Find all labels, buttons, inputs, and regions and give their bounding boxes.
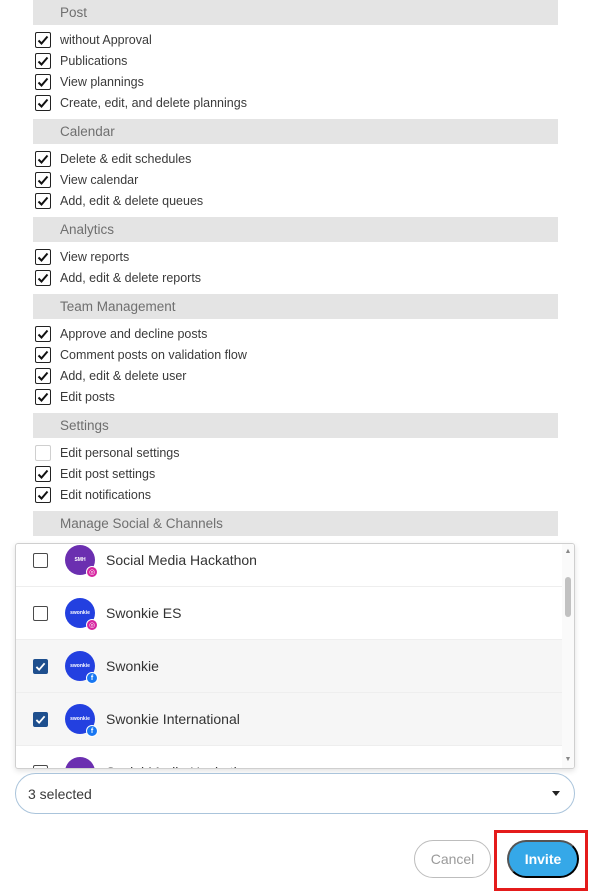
avatar: SMHf <box>65 757 95 768</box>
account-name: Swonkie <box>106 658 159 674</box>
checkbox-checked-icon[interactable] <box>35 269 51 286</box>
permission-row[interactable]: Comment posts on validation flow <box>33 344 558 365</box>
cancel-button[interactable]: Cancel <box>414 840 491 878</box>
permissions-panel: Post without Approval Publications View pla… <box>33 0 558 552</box>
permission-label: Approve and decline posts <box>60 326 208 341</box>
checkbox-checked-icon[interactable] <box>35 367 51 384</box>
checkbox-checked-icon[interactable] <box>35 150 51 167</box>
account-row[interactable]: SMH ◎ Social Media Hackathon <box>16 544 564 587</box>
accounts-dropdown-list[interactable]: SMH ◎ Social Media Hackathon swonkie ◎ Swonki… <box>15 543 575 769</box>
invite-button[interactable]: Invite <box>507 840 579 878</box>
accounts-list: SMH ◎ Social Media Hackathon swonkie ◎ Swonki… <box>16 544 564 768</box>
permission-section: Settings Edit personal settings Edit post … <box>33 413 558 505</box>
checkbox-checked-icon[interactable] <box>35 486 51 503</box>
permission-row[interactable]: View reports <box>33 246 558 267</box>
permission-section: Calendar Delete & edit schedules View cale… <box>33 119 558 211</box>
checkbox-checked-icon[interactable] <box>35 325 51 342</box>
permission-label: without Approval <box>60 32 152 47</box>
permission-row[interactable]: Approve and decline posts <box>33 323 558 344</box>
permission-row[interactable]: without Approval <box>33 29 558 50</box>
avatar-logo-text: SMH <box>74 557 86 563</box>
permission-section: Analytics View reports Add, edit & delete … <box>33 217 558 288</box>
account-row[interactable]: swonkie ◎ Swonkie ES <box>16 587 564 640</box>
section-header: Post <box>33 0 558 25</box>
account-name: Swonkie ES <box>106 605 182 621</box>
checkbox-checked-icon[interactable] <box>33 711 48 727</box>
permission-section: Post without Approval Publications View pla… <box>33 0 558 113</box>
permission-label: Comment posts on validation flow <box>60 347 247 362</box>
checkbox-checked-icon[interactable] <box>35 248 51 265</box>
permission-row[interactable]: Edit posts <box>33 386 558 407</box>
checkbox-checked-icon[interactable] <box>35 31 51 48</box>
checkbox-checked-icon[interactable] <box>35 73 51 90</box>
checkbox-checked-icon[interactable] <box>35 346 51 363</box>
avatar-logo-text: swonkie <box>70 610 90 616</box>
scroll-up-icon[interactable]: ▲ <box>562 546 574 558</box>
avatar: swonkie ◎ <box>65 598 98 631</box>
permission-label: View plannings <box>60 74 144 89</box>
permission-row[interactable]: Add, edit & delete queues <box>33 190 558 211</box>
instagram-icon: ◎ <box>86 566 98 578</box>
permission-label: Delete & edit schedules <box>60 151 192 166</box>
permission-row[interactable]: View plannings <box>33 71 558 92</box>
permission-label: Add, edit & delete user <box>60 368 187 383</box>
avatar-logo-text: swonkie <box>70 663 90 669</box>
permission-section: Team Management Approve and decline posts… <box>33 294 558 407</box>
caret-down-icon <box>552 791 560 796</box>
section-header: Analytics <box>33 217 558 242</box>
permission-row[interactable]: Edit notifications <box>33 484 558 505</box>
permission-label: Publications <box>60 53 128 68</box>
facebook-icon: f <box>86 672 98 684</box>
permission-row[interactable]: View calendar <box>33 169 558 190</box>
permission-row[interactable]: Add, edit & delete user <box>33 365 558 386</box>
permission-label: Edit posts <box>60 389 115 404</box>
facebook-icon: f <box>86 725 98 737</box>
checkbox-checked-icon[interactable] <box>35 94 51 111</box>
permission-row[interactable]: Delete & edit schedules <box>33 148 558 169</box>
scroll-down-icon[interactable]: ▼ <box>562 754 574 766</box>
section-header: Team Management <box>33 294 558 319</box>
permission-label: Edit post settings <box>60 466 156 481</box>
permission-label: Edit personal settings <box>60 445 180 460</box>
avatar: swonkie f <box>65 704 98 737</box>
list-scrollbar[interactable]: ▲ ▼ <box>562 544 574 768</box>
account-row[interactable]: swonkie f Swonkie International <box>16 693 564 746</box>
permission-label: View reports <box>60 249 130 264</box>
scroll-thumb[interactable] <box>565 577 571 617</box>
permission-row[interactable]: Create, edit, and delete plannings <box>33 92 558 113</box>
account-row[interactable]: SMHf Social Media Hackathon <box>16 746 564 768</box>
permission-row[interactable]: Edit personal settings <box>33 442 558 463</box>
permission-label: Add, edit & delete queues <box>60 193 204 208</box>
checkbox-unchecked[interactable] <box>33 764 48 768</box>
permission-row[interactable]: Publications <box>33 50 558 71</box>
permission-row[interactable]: Edit post settings <box>33 463 558 484</box>
permission-label: Edit notifications <box>60 487 152 502</box>
permission-row[interactable]: Add, edit & delete reports <box>33 267 558 288</box>
select-value: 3 selected <box>28 785 92 802</box>
account-name: Swonkie International <box>106 711 240 727</box>
permission-label: Add, edit & delete reports <box>60 270 202 285</box>
checkbox-checked-icon[interactable] <box>35 388 51 405</box>
permission-label: View calendar <box>60 172 139 187</box>
account-row[interactable]: swonkie f Swonkie <box>16 640 564 693</box>
section-header: Calendar <box>33 119 558 144</box>
avatar: SMH ◎ <box>65 545 98 578</box>
checkbox-unchecked[interactable] <box>33 552 48 568</box>
checkbox-checked-icon[interactable] <box>35 52 51 69</box>
instagram-icon: ◎ <box>86 619 98 631</box>
checkbox-unchecked[interactable] <box>35 444 51 461</box>
checkbox-checked-icon[interactable] <box>35 171 51 188</box>
checkbox-unchecked[interactable] <box>33 605 48 621</box>
accounts-select[interactable]: 3 selected <box>15 773 575 814</box>
avatar: swonkie f <box>65 651 98 684</box>
account-name: Social Media Hackathon <box>106 764 257 768</box>
permission-label: Create, edit, and delete plannings <box>60 95 247 110</box>
section-header: Manage Social & Channels <box>33 511 558 536</box>
checkbox-checked-icon[interactable] <box>35 465 51 482</box>
avatar-logo-text: swonkie <box>70 716 90 722</box>
checkbox-checked-icon[interactable] <box>35 192 51 209</box>
checkbox-checked-icon[interactable] <box>33 658 48 674</box>
section-header: Settings <box>33 413 558 438</box>
account-name: Social Media Hackathon <box>106 552 257 568</box>
